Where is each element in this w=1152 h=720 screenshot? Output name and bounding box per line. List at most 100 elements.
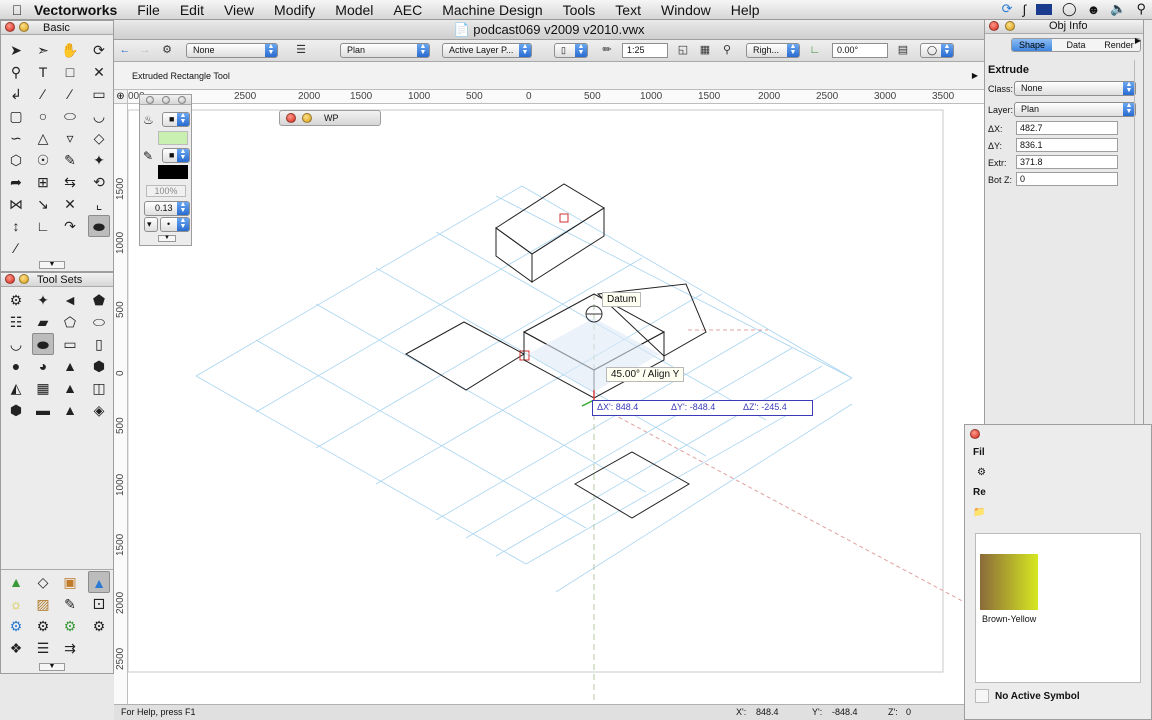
- visualization-toolset-icon[interactable]: ⚙: [59, 615, 81, 637]
- measure-tool-icon[interactable]: ∕: [5, 237, 27, 259]
- close-button[interactable]: [146, 96, 154, 104]
- oip-options-icon[interactable]: ▶: [1135, 36, 1141, 45]
- view-popup[interactable]: Plan ▲ ▼: [340, 43, 430, 58]
- menu-machine-design[interactable]: Machine Design: [432, 2, 552, 18]
- zoom-icon[interactable]: ⚲: [720, 44, 734, 57]
- drawing-area[interactable]: Datum 45.00° / Align Y ΔX': 848.4 ΔY': -…: [128, 104, 984, 704]
- render-mode-popup[interactable]: Righ... ▲ ▼: [746, 43, 800, 58]
- scale-field[interactable]: 1:25: [622, 43, 668, 58]
- rounded-rect-tool-icon[interactable]: ▢: [5, 105, 27, 127]
- 3d-modeling-toolset-icon[interactable]: ▲: [88, 571, 110, 593]
- 3d-reshape-tool-icon[interactable]: ▭: [59, 333, 81, 355]
- oval-tool-icon[interactable]: ⬭: [59, 105, 81, 127]
- class-popup[interactable]: None ▲ ▼: [186, 43, 278, 58]
- chamfer-tool-icon[interactable]: ∟: [32, 215, 54, 237]
- menu-file[interactable]: File: [127, 2, 170, 18]
- circle-tool-icon[interactable]: ○: [32, 105, 54, 127]
- text-tool-icon[interactable]: T: [32, 61, 54, 83]
- reshape-tool-icon[interactable]: ↷: [59, 215, 81, 237]
- projection-popup[interactable]: ◯ ▲ ▼: [920, 43, 954, 58]
- palette-expand-button[interactable]: ▼: [39, 663, 65, 671]
- opacity-field[interactable]: 100%: [146, 185, 186, 197]
- selection-tool-icon[interactable]: ➤: [5, 39, 27, 61]
- rectangle-tool-icon[interactable]: ▭: [88, 83, 110, 105]
- chamfer-edge-tool-icon[interactable]: ⬢: [5, 399, 27, 421]
- fillet-tool-icon[interactable]: ⌞: [88, 193, 110, 215]
- loft-tool-icon[interactable]: ▦: [32, 377, 54, 399]
- ruler-scale-icon[interactable]: ✏: [600, 44, 614, 57]
- basic-palette-title[interactable]: Basic: [1, 21, 113, 35]
- dimension-tool-icon[interactable]: ↲: [5, 83, 27, 105]
- line-tool-icon[interactable]: ∕: [32, 83, 54, 105]
- walkthrough-tool-icon[interactable]: ☷: [5, 311, 27, 333]
- site-toolset-icon[interactable]: ▲: [5, 571, 27, 593]
- menu-model[interactable]: Model: [325, 2, 383, 18]
- spiral-tool-icon[interactable]: ☉: [32, 149, 54, 171]
- cylinder-tool-icon[interactable]: ▯: [88, 333, 110, 355]
- zoom-fit-icon[interactable]: ◱: [676, 44, 690, 57]
- palette-expand-button[interactable]: ▼: [39, 261, 65, 269]
- close-button[interactable]: [989, 21, 999, 31]
- clip-tool-icon[interactable]: ✕: [59, 193, 81, 215]
- set-wp-tool-icon[interactable]: ◡: [5, 333, 27, 355]
- fasteners-toolset-icon[interactable]: ☰: [32, 637, 54, 659]
- minimize-button[interactable]: [302, 113, 312, 123]
- 3d-locus-tool-icon[interactable]: ✦: [32, 289, 54, 311]
- resource-list[interactable]: Brown-Yellow: [975, 533, 1141, 683]
- tab-data[interactable]: Data: [1056, 39, 1096, 51]
- spotlight-toolset-icon[interactable]: ☼: [5, 593, 27, 615]
- back-arrow-icon[interactable]: ←: [118, 44, 132, 57]
- close-button[interactable]: [5, 22, 15, 32]
- close-button[interactable]: [970, 429, 980, 439]
- horizontal-ruler[interactable]: 000 2500 2000 1500 1000 500 0 500 1000 1…: [128, 90, 984, 104]
- page-popup[interactable]: ▯ ▲ ▼: [554, 43, 588, 58]
- polygon-tool-icon[interactable]: ▿: [59, 127, 81, 149]
- flyover-3d-tool-icon[interactable]: ▰: [32, 311, 54, 333]
- line-weight-popup[interactable]: 0.13 ▲ ▼: [144, 201, 190, 216]
- freehand-tool-icon[interactable]: ∽: [5, 127, 27, 149]
- landscape-toolset-icon[interactable]: ◇: [32, 571, 54, 593]
- pyramid-tool-icon[interactable]: ▲: [59, 355, 81, 377]
- minimize-button[interactable]: [1005, 21, 1015, 31]
- bluetooth-icon[interactable]: ∫: [1022, 2, 1026, 17]
- gear-icon[interactable]: ⚙: [977, 467, 986, 478]
- menu-tools[interactable]: Tools: [553, 2, 606, 18]
- arrowhead-style-popup[interactable]: • ▲ ▼: [160, 217, 190, 232]
- zoom-objects-icon[interactable]: ▦: [698, 44, 712, 57]
- sync-icon[interactable]: ⟳: [1002, 1, 1013, 17]
- extruded-rectangle-tool-icon[interactable]: ⬬: [88, 215, 110, 237]
- electrical-toolset-icon[interactable]: ⇉: [59, 637, 81, 659]
- extrude-tool-icon[interactable]: ⬠: [59, 311, 81, 333]
- folder-icon[interactable]: 📁: [973, 507, 985, 518]
- menu-help[interactable]: Help: [721, 2, 770, 18]
- working-plane-palette[interactable]: WP: [279, 110, 381, 126]
- move-by-points-tool-icon[interactable]: ➦: [5, 171, 27, 193]
- spring-toolset-icon[interactable]: ❖: [5, 637, 27, 659]
- mode-bar-expand-icon[interactable]: ▶: [972, 71, 978, 80]
- extrusion-field[interactable]: 371.8: [1016, 155, 1118, 169]
- working-plane-icon[interactable]: ∟: [808, 44, 822, 57]
- oip-title-bar[interactable]: Obj Info: [985, 20, 1143, 34]
- spotlight-icon[interactable]: ⚲: [1136, 1, 1146, 17]
- connect-tool-icon[interactable]: ↘: [32, 193, 54, 215]
- zoom-tool-icon[interactable]: ⚲: [5, 61, 27, 83]
- flag-icon[interactable]: [1036, 3, 1053, 15]
- attributes-expand-button[interactable]: ▼: [158, 235, 176, 242]
- app-menu[interactable]: Vectorworks: [34, 2, 127, 18]
- layers-icon[interactable]: ☰: [294, 44, 308, 57]
- minimize-button[interactable]: [178, 96, 186, 104]
- arc-tool-icon[interactable]: ◡: [88, 105, 110, 127]
- menu-window[interactable]: Window: [651, 2, 721, 18]
- delta-x-field[interactable]: 482.7: [1016, 121, 1118, 135]
- close-button[interactable]: [5, 274, 15, 284]
- menu-view[interactable]: View: [214, 2, 264, 18]
- minimize-button[interactable]: [19, 274, 29, 284]
- menu-edit[interactable]: Edit: [170, 2, 214, 18]
- layer-select[interactable]: Plan ▲ ▼: [1014, 102, 1136, 117]
- tab-shape[interactable]: Shape: [1012, 39, 1052, 51]
- attributes-title-bar[interactable]: [140, 95, 191, 105]
- fill-style-popup[interactable]: ■ ▲ ▼: [162, 112, 190, 127]
- trim-tool-icon[interactable]: ⋈: [5, 193, 27, 215]
- building-shell-toolset-icon[interactable]: ▣: [59, 571, 81, 593]
- forward-arrow-icon[interactable]: →: [138, 44, 152, 57]
